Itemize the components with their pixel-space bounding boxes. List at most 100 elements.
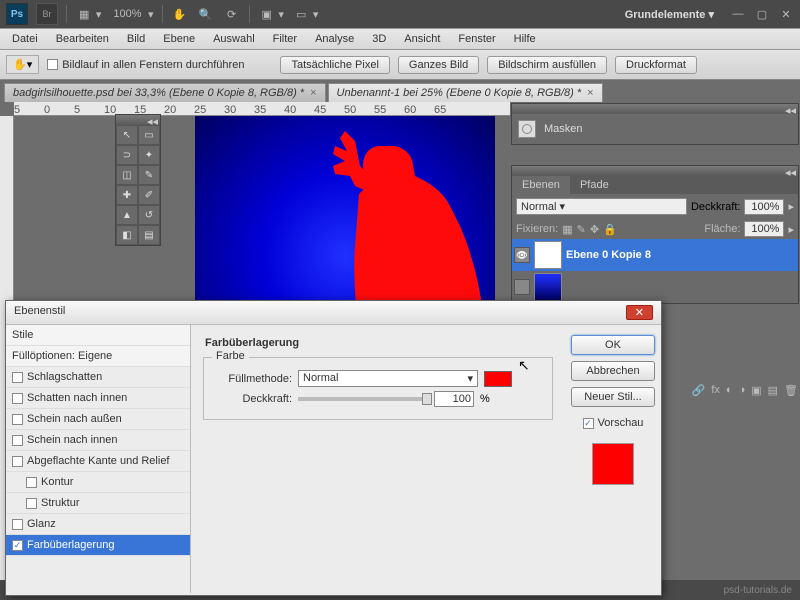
menu-bild[interactable]: Bild [119, 30, 153, 48]
sidebar-item-outerglow[interactable]: Schein nach außen [6, 409, 190, 430]
visibility-toggle-icon[interactable]: 👁 [514, 247, 530, 263]
lock-position-icon[interactable]: ✥ [590, 223, 599, 236]
lock-pixels-icon[interactable]: ✎ [577, 223, 586, 236]
preview-checkbox[interactable]: ✓Vorschau [571, 417, 655, 429]
document-tab[interactable]: Unbenannt-1 bei 25% (Ebene 0 Kopie 8, RG… [328, 83, 603, 102]
collapse-icon[interactable]: ◂◂ [785, 166, 796, 176]
menu-analyse[interactable]: Analyse [307, 30, 362, 48]
menu-3d[interactable]: 3D [364, 30, 394, 48]
view-extras-dropdown[interactable]: ▦ [75, 6, 101, 23]
layer-name[interactable]: Ebene 0 Kopie 8 [566, 249, 651, 261]
tab-pfade[interactable]: Pfade [570, 176, 619, 194]
menu-filter[interactable]: Filter [265, 30, 305, 48]
menu-auswahl[interactable]: Auswahl [205, 30, 263, 48]
layer-thumbnail[interactable] [534, 241, 562, 269]
mask-thumb-icon[interactable] [518, 120, 536, 138]
collapse-icon[interactable]: ◂◂ [147, 115, 158, 125]
bridge-icon[interactable]: Br [36, 3, 58, 25]
sidebar-item-bevel[interactable]: Abgeflachte Kante und Relief [6, 451, 190, 472]
menu-hilfe[interactable]: Hilfe [506, 30, 544, 48]
close-tab-icon[interactable]: × [310, 87, 316, 99]
fx-icon[interactable]: fx [711, 384, 720, 397]
layer-thumbnail[interactable] [534, 273, 562, 301]
new-layer-icon[interactable]: ▤ [768, 384, 778, 397]
eyedropper-tool[interactable]: ✎ [138, 165, 160, 185]
collapse-icon[interactable]: ◂◂ [785, 104, 796, 114]
sidebar-item-contour[interactable]: Kontur [6, 472, 190, 493]
sidebar-item-stile[interactable]: Stile [6, 325, 190, 346]
screen-mode-dropdown[interactable]: ▭ [292, 6, 318, 23]
menu-fenster[interactable]: Fenster [450, 30, 503, 48]
trash-icon[interactable]: 🗑 [784, 384, 798, 397]
menu-datei[interactable]: Datei [4, 30, 46, 48]
zoom-tool-icon[interactable]: 🔍 [197, 8, 215, 21]
mask-icon[interactable]: ◐ [726, 384, 733, 397]
flyout-icon[interactable]: ▸ [788, 223, 794, 236]
lock-label: Fixieren: [516, 223, 558, 235]
fill-screen-button[interactable]: Bildschirm ausfüllen [487, 56, 607, 74]
fit-screen-button[interactable]: Ganzes Bild [398, 56, 479, 74]
fill-input[interactable]: 100% [744, 221, 784, 237]
hand-tool-icon[interactable]: ✋ [171, 8, 189, 21]
sidebar-item-coloroverlay[interactable]: ✓Farbüberlagerung [6, 535, 190, 556]
print-size-button[interactable]: Druckformat [615, 56, 697, 74]
sidebar-item-texture[interactable]: Struktur [6, 493, 190, 514]
cancel-button[interactable]: Abbrechen [571, 361, 655, 381]
minimize-icon[interactable]: — [730, 8, 746, 20]
rotate-view-icon[interactable]: ⟳ [223, 8, 241, 21]
workspace-switcher[interactable]: Grundelemente ▾ [617, 6, 722, 23]
opacity-input[interactable]: 100% [744, 199, 784, 215]
sidebar-item-satin[interactable]: Glanz [6, 514, 190, 535]
stamp-tool[interactable]: ▲ [116, 205, 138, 225]
visibility-toggle-icon[interactable] [514, 279, 530, 295]
actual-pixels-button[interactable]: Tatsächliche Pixel [280, 56, 389, 74]
adjustment-icon[interactable]: ◑ [739, 384, 746, 397]
eraser-tool[interactable]: ◧ [116, 225, 138, 245]
dialog-close-button[interactable]: ✕ [626, 305, 653, 320]
blend-mode-dropdown[interactable]: Normal ▾ [516, 198, 687, 215]
sidebar-item-fulloptions[interactable]: Füllöptionen: Eigene [6, 346, 190, 367]
blend-mode-label: Füllmethode: [212, 373, 292, 385]
lasso-tool[interactable]: ⊃ [116, 145, 138, 165]
sidebar-item-innershadow[interactable]: Schatten nach innen [6, 388, 190, 409]
color-swatch[interactable] [484, 371, 512, 387]
blend-mode-dropdown[interactable]: Normal▾ [298, 370, 478, 387]
tab-ebenen[interactable]: Ebenen [512, 176, 570, 194]
sidebar-item-dropshadow[interactable]: Schlagschatten [6, 367, 190, 388]
flyout-icon[interactable]: ▸ [788, 200, 794, 213]
close-tab-icon[interactable]: × [587, 87, 593, 99]
layer-row[interactable]: 👁 Ebene 0 Kopie 8 [512, 239, 798, 271]
marquee-tool[interactable]: ▭ [138, 125, 160, 145]
panel-title: Masken [544, 123, 583, 135]
arrange-docs-dropdown[interactable]: ▣ [258, 6, 284, 23]
lock-transparency-icon[interactable]: ▦ [562, 223, 572, 236]
healing-tool[interactable]: ✚ [116, 185, 138, 205]
ok-button[interactable]: OK [571, 335, 655, 355]
close-icon[interactable]: ✕ [778, 8, 794, 21]
wand-tool[interactable]: ✦ [138, 145, 160, 165]
opacity-slider[interactable] [298, 397, 428, 401]
tools-panel: ◂◂ ↖▭ ⊃✦ ◫✎ ✚✐ ▲↺ ◧▤ [115, 114, 161, 246]
document-tab[interactable]: badgirlsilhouette.psd bei 33,3% (Ebene 0… [4, 83, 326, 102]
link-layers-icon[interactable]: 🔗 [692, 384, 706, 397]
sidebar-item-innerglow[interactable]: Schein nach innen [6, 430, 190, 451]
history-brush-tool[interactable]: ↺ [138, 205, 160, 225]
scroll-all-checkbox[interactable]: Bildlauf in allen Fenstern durchführen [47, 59, 244, 71]
brush-tool[interactable]: ✐ [138, 185, 160, 205]
current-tool-preset[interactable]: ✋▾ [6, 55, 39, 74]
menu-bearbeiten[interactable]: Bearbeiten [48, 30, 117, 48]
opacity-input[interactable]: 100 [434, 391, 474, 407]
panel-footer-icons: 🔗 fx ◐ ◑ ▣ ▤ 🗑 [692, 384, 798, 397]
new-style-button[interactable]: Neuer Stil... [571, 387, 655, 407]
dialog-titlebar[interactable]: Ebenenstil ✕ [6, 301, 661, 325]
crop-tool[interactable]: ◫ [116, 165, 138, 185]
maximize-icon[interactable]: ▢ [754, 8, 770, 21]
zoom-dropdown[interactable]: 100% [109, 6, 153, 22]
menu-ansicht[interactable]: Ansicht [396, 30, 448, 48]
layer-row[interactable] [512, 271, 798, 303]
move-tool[interactable]: ↖ [116, 125, 138, 145]
group-icon[interactable]: ▣ [751, 384, 761, 397]
lock-all-icon[interactable]: 🔒 [603, 223, 617, 236]
gradient-tool[interactable]: ▤ [138, 225, 160, 245]
menu-ebene[interactable]: Ebene [155, 30, 203, 48]
